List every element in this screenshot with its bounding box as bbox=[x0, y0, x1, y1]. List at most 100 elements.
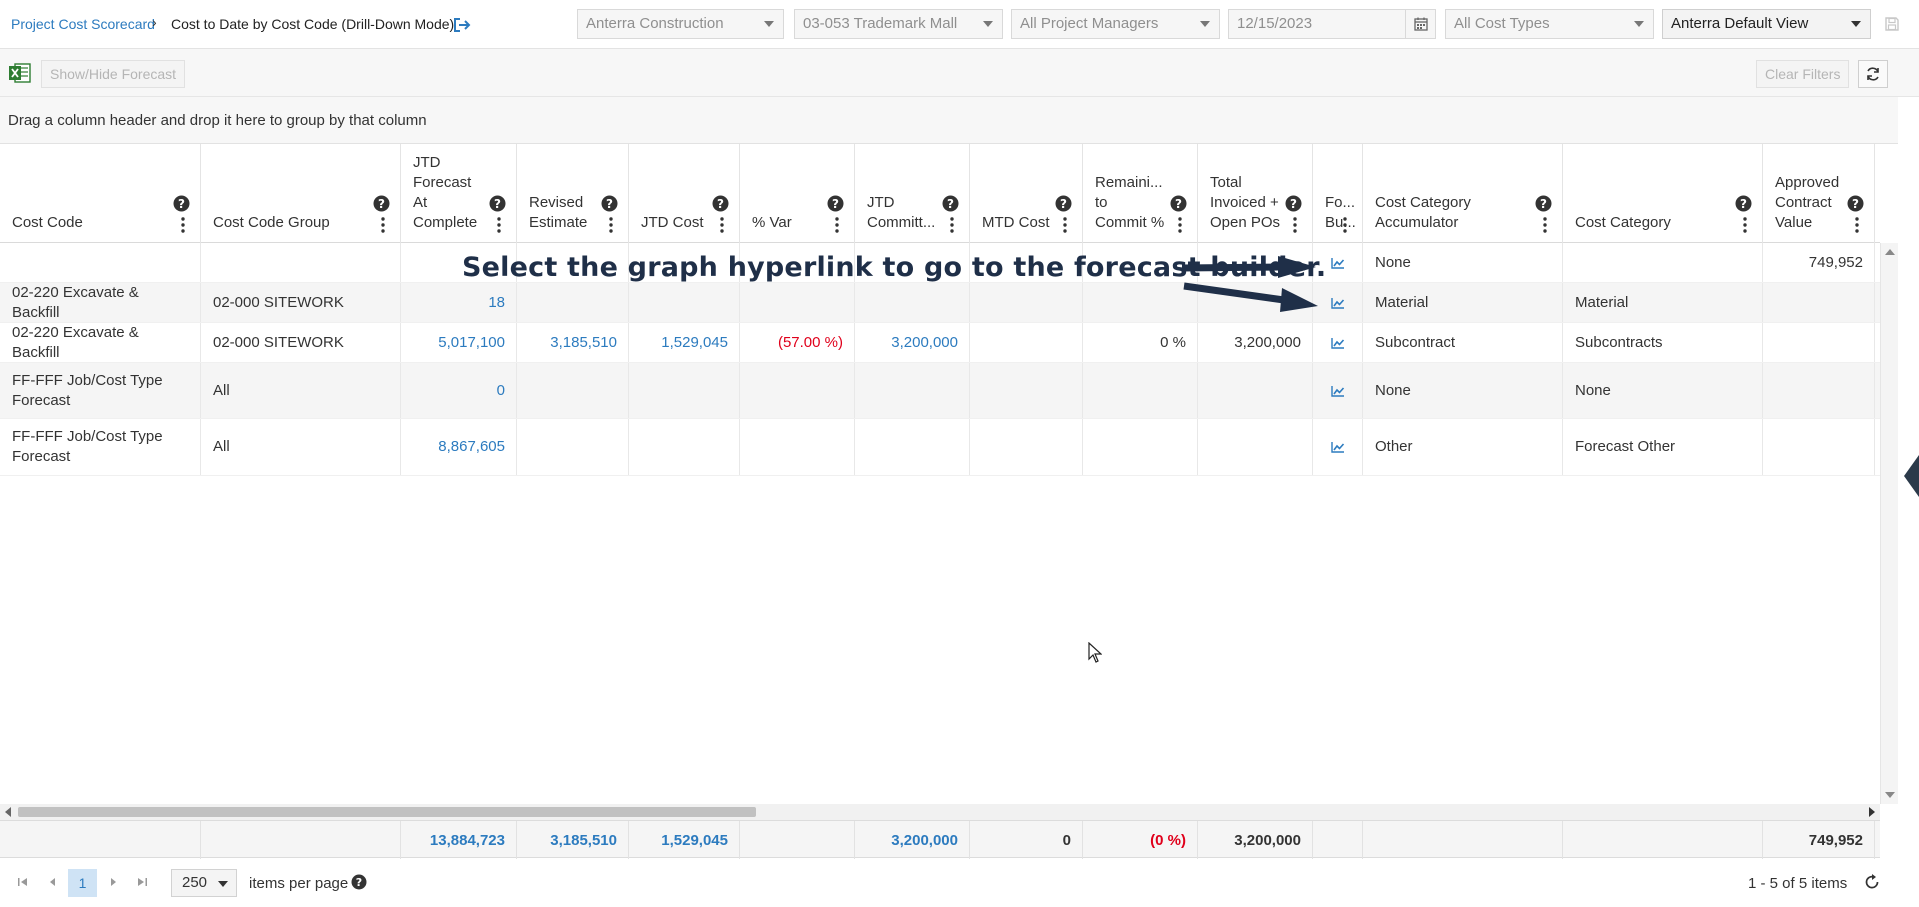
cell-jtd-cost bbox=[629, 283, 740, 322]
view-select[interactable]: Anterra Default View bbox=[1662, 9, 1871, 39]
scroll-down-icon[interactable] bbox=[1885, 792, 1895, 798]
column-menu-icon[interactable] bbox=[720, 217, 724, 233]
cell-forecast-builder[interactable] bbox=[1313, 419, 1363, 475]
column-menu-icon[interactable] bbox=[1743, 217, 1747, 233]
side-panel-toggle-icon[interactable] bbox=[1902, 455, 1919, 497]
cell-jtd-forecast-at-complete[interactable]: 5,017,100 bbox=[401, 323, 517, 362]
column-header-cost-code-group[interactable]: Cost Code Group? bbox=[201, 144, 401, 243]
forecast-builder-chart-icon[interactable] bbox=[1330, 297, 1345, 309]
cell-forecast-builder[interactable] bbox=[1313, 363, 1363, 418]
excel-export-icon[interactable] bbox=[8, 62, 32, 84]
forecast-builder-chart-icon[interactable] bbox=[1330, 385, 1345, 397]
column-help-icon[interactable]: ? bbox=[373, 195, 390, 212]
svg-text:?: ? bbox=[832, 197, 839, 211]
column-menu-icon[interactable] bbox=[1543, 217, 1547, 233]
horizontal-scrollbar[interactable] bbox=[0, 804, 1880, 820]
column-help-icon[interactable]: ? bbox=[601, 195, 618, 212]
column-header-cost-code[interactable]: Cost Code? bbox=[0, 144, 201, 243]
forecast-builder-chart-icon[interactable] bbox=[1330, 441, 1345, 453]
column-help-icon[interactable]: ? bbox=[942, 195, 959, 212]
refresh-button[interactable] bbox=[1858, 60, 1888, 88]
column-menu-icon[interactable] bbox=[1343, 217, 1347, 233]
column-help-icon[interactable]: ? bbox=[1535, 195, 1552, 212]
show-hide-forecast-button[interactable]: Show/Hide Forecast bbox=[41, 60, 186, 88]
cell-forecast-builder[interactable] bbox=[1313, 323, 1363, 362]
column-menu-icon[interactable] bbox=[1063, 217, 1067, 233]
column-help-icon[interactable]: ? bbox=[1055, 195, 1072, 212]
last-page-icon[interactable] bbox=[135, 874, 149, 890]
column-header-remaining-to-commit[interactable]: Remaini... to Commit %? bbox=[1083, 144, 1198, 243]
clear-filters-button[interactable]: Clear Filters bbox=[1756, 60, 1850, 88]
project-select[interactable]: 03-053 Trademark Mall bbox=[794, 9, 1003, 39]
previous-page-icon[interactable] bbox=[46, 874, 60, 890]
column-header-jtd-committed[interactable]: JTD Committ...? bbox=[855, 144, 970, 243]
horizontal-scroll-thumb[interactable] bbox=[18, 807, 756, 817]
reload-icon[interactable] bbox=[1864, 874, 1880, 890]
page-number-button[interactable]: 1 bbox=[68, 869, 97, 897]
column-help-icon[interactable]: ? bbox=[1285, 195, 1302, 212]
column-header-forecast-builder[interactable]: Fo... Bu... bbox=[1313, 144, 1363, 243]
total-forecast-builder bbox=[1313, 821, 1363, 859]
column-header-jtd-cost[interactable]: JTD Cost? bbox=[629, 144, 740, 243]
project-manager-select[interactable]: All Project Managers bbox=[1011, 9, 1220, 39]
forecast-builder-chart-icon[interactable] bbox=[1330, 337, 1345, 349]
page-size-select[interactable]: 250 bbox=[171, 869, 237, 897]
cell-jtd-committed bbox=[855, 363, 970, 418]
column-help-icon[interactable]: ? bbox=[1735, 195, 1752, 212]
cell-revised-estimate[interactable]: 3,185,510 bbox=[517, 323, 629, 362]
column-menu-icon[interactable] bbox=[950, 217, 954, 233]
column-header-revised-estimate[interactable]: Revised Estimate? bbox=[517, 144, 629, 243]
cell-jtd-forecast-at-complete[interactable]: 0 bbox=[401, 363, 517, 418]
cell-cost-code-group: All bbox=[201, 419, 401, 475]
column-header-percent-var[interactable]: % Var? bbox=[740, 144, 855, 243]
first-page-icon[interactable] bbox=[16, 874, 30, 890]
company-select[interactable]: Anterra Construction bbox=[577, 9, 784, 39]
column-header-label: Cost Category Accumulator bbox=[1375, 194, 1471, 231]
breadcrumb-parent-link[interactable]: Project Cost Scorecard bbox=[11, 16, 155, 32]
cell-jtd-cost[interactable]: 1,529,045 bbox=[629, 323, 740, 362]
column-header-label: Cost Code bbox=[12, 214, 83, 231]
column-help-icon[interactable]: ? bbox=[1170, 195, 1187, 212]
column-header-cost-category[interactable]: Cost Category? bbox=[1563, 144, 1763, 243]
cell-jtd-forecast-at-complete[interactable]: 18 bbox=[401, 283, 517, 322]
next-page-icon[interactable] bbox=[106, 874, 120, 890]
save-icon[interactable] bbox=[1884, 16, 1900, 32]
cell-forecast-builder[interactable] bbox=[1313, 283, 1363, 322]
column-help-icon[interactable]: ? bbox=[712, 195, 729, 212]
column-menu-icon[interactable] bbox=[497, 217, 501, 233]
forecast-builder-chart-icon[interactable] bbox=[1330, 257, 1345, 269]
total-jtd-forecast-at-complete: 13,884,723 bbox=[401, 821, 517, 859]
exit-drilldown-icon[interactable] bbox=[452, 16, 472, 34]
cell-jtd-committed bbox=[855, 419, 970, 475]
column-header-jtd-forecast-at-complete[interactable]: JTD Forecast At Complete? bbox=[401, 144, 517, 243]
column-help-icon[interactable]: ? bbox=[489, 195, 506, 212]
column-header-total-invoiced-open-pos[interactable]: Total Invoiced + Open POs? bbox=[1198, 144, 1313, 243]
cell-cost-code-group: 02-000 SITEWORK bbox=[201, 283, 401, 322]
column-menu-icon[interactable] bbox=[835, 217, 839, 233]
column-menu-icon[interactable] bbox=[609, 217, 613, 233]
column-header-cost-category-accumulator[interactable]: Cost Category Accumulator? bbox=[1363, 144, 1563, 243]
column-menu-icon[interactable] bbox=[1855, 217, 1859, 233]
column-menu-icon[interactable] bbox=[181, 217, 185, 233]
column-header-label: % Var bbox=[752, 214, 792, 231]
column-header-mtd-cost[interactable]: MTD Cost? bbox=[970, 144, 1083, 243]
help-icon[interactable]: ? bbox=[351, 874, 367, 890]
cell-jtd-committed[interactable]: 3,200,000 bbox=[855, 323, 970, 362]
column-header-approved-contract-value[interactable]: Approved Contract Value? bbox=[1763, 144, 1875, 243]
calendar-button[interactable] bbox=[1405, 10, 1435, 38]
cell-jtd-forecast-at-complete[interactable]: 8,867,605 bbox=[401, 419, 517, 475]
column-menu-icon[interactable] bbox=[1178, 217, 1182, 233]
column-menu-icon[interactable] bbox=[1293, 217, 1297, 233]
scroll-up-icon[interactable] bbox=[1885, 249, 1895, 255]
column-menu-icon[interactable] bbox=[381, 217, 385, 233]
column-header-label: Total Invoiced + Open POs bbox=[1210, 174, 1281, 231]
scroll-left-icon[interactable] bbox=[5, 807, 11, 817]
cost-types-select[interactable]: All Cost Types bbox=[1445, 9, 1654, 39]
vertical-scrollbar[interactable] bbox=[1880, 243, 1898, 804]
column-help-icon[interactable]: ? bbox=[1847, 195, 1864, 212]
group-by-panel[interactable]: Drag a column header and drop it here to… bbox=[0, 97, 1898, 144]
column-help-icon[interactable]: ? bbox=[173, 195, 190, 212]
scroll-right-icon[interactable] bbox=[1869, 807, 1875, 817]
date-picker[interactable]: 12/15/2023 bbox=[1228, 9, 1436, 39]
column-help-icon[interactable]: ? bbox=[827, 195, 844, 212]
